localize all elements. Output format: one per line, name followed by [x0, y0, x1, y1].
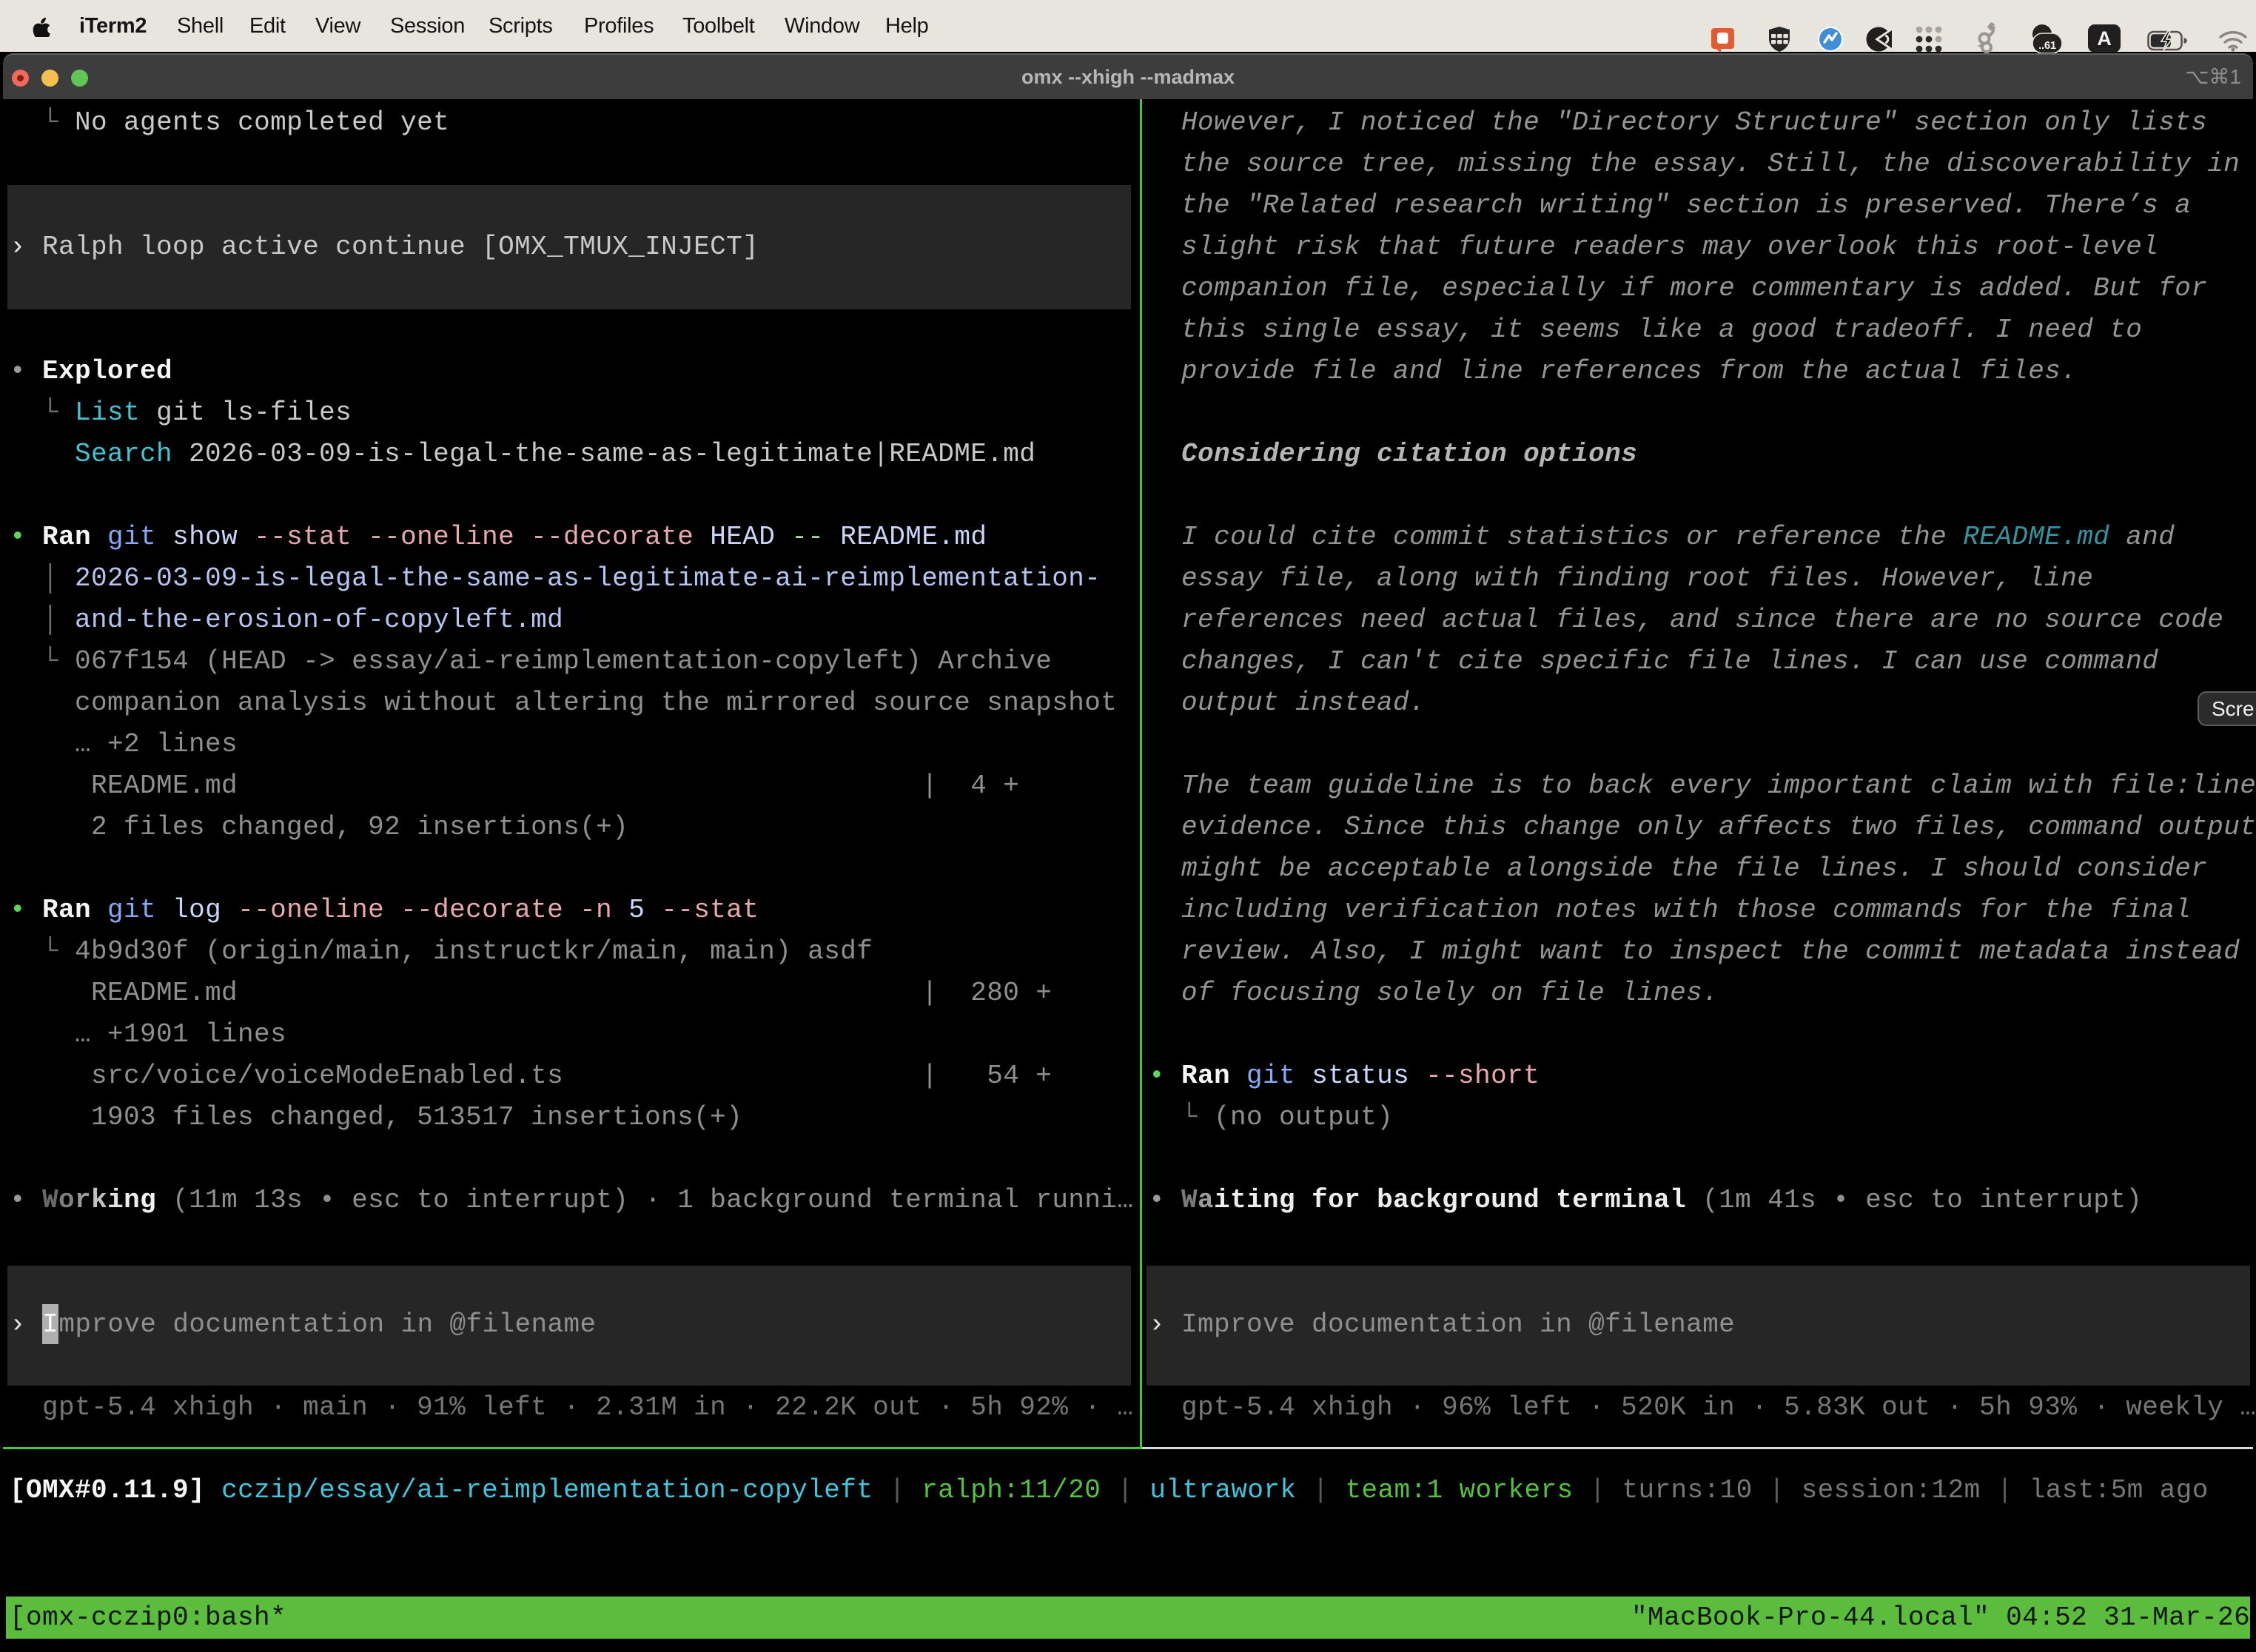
svg-text:A: A — [2097, 27, 2111, 50]
svg-text:..61: ..61 — [2038, 39, 2056, 52]
